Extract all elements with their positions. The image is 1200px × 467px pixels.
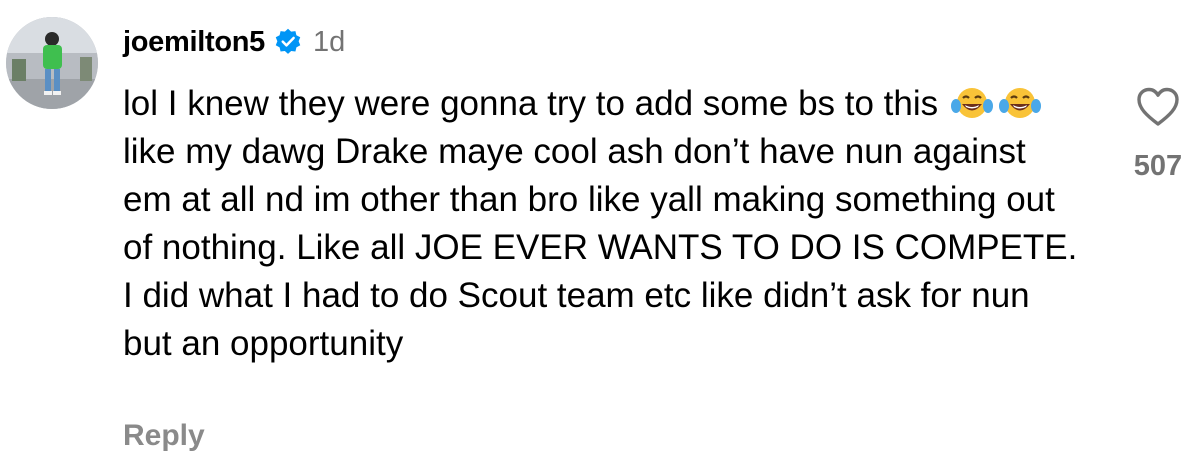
verified-badge-icon bbox=[274, 28, 302, 56]
laughing-tears-emoji-icon bbox=[950, 85, 994, 121]
avatar-image bbox=[6, 17, 98, 109]
laughing-tears-emoji-icon bbox=[998, 85, 1042, 121]
comment-header: joemilton5 1d bbox=[123, 20, 1083, 64]
like-count: 507 bbox=[1133, 150, 1183, 182]
comment-body: joemilton5 1d lol I knew they were gonna… bbox=[123, 20, 1083, 368]
comment-timestamp: 1d bbox=[313, 25, 346, 58]
avatar[interactable] bbox=[6, 17, 98, 109]
comment-text-part1: lol I knew they were gonna try to add so… bbox=[123, 84, 939, 123]
comment-text-part2: like my dawg Drake maye cool ash don’t h… bbox=[123, 132, 1078, 363]
username-link[interactable]: joemilton5 bbox=[123, 26, 265, 59]
heart-outline-icon[interactable] bbox=[1136, 87, 1180, 127]
reply-button[interactable]: Reply bbox=[123, 419, 205, 453]
comment-text: lol I knew they were gonna try to add so… bbox=[123, 80, 1083, 368]
comment-item: joemilton5 1d lol I knew they were gonna… bbox=[0, 0, 1200, 467]
like-area: 507 bbox=[1118, 87, 1198, 183]
